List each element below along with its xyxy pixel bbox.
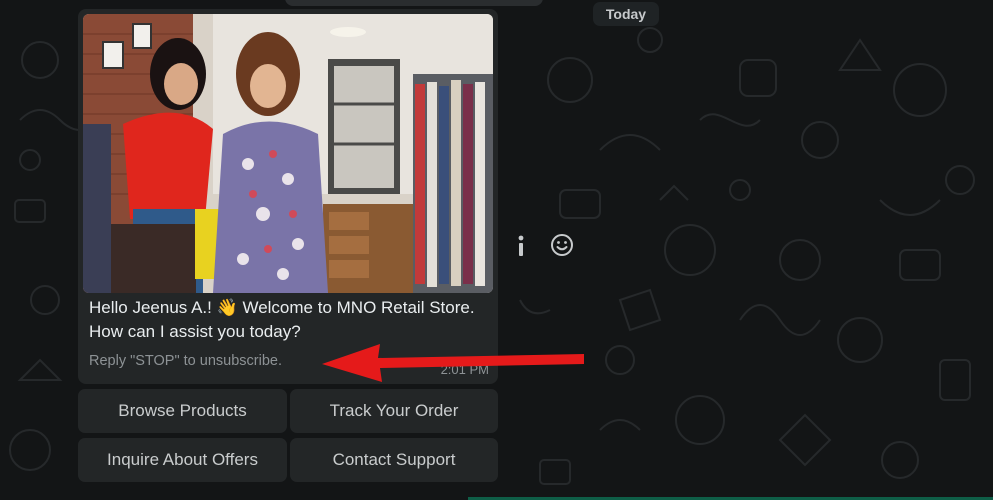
quick-reply-inquire-offers[interactable]: Inquire About Offers — [78, 438, 287, 482]
info-icon[interactable] — [511, 233, 531, 259]
shopping-photo — [83, 14, 493, 293]
quick-reply-browse-products[interactable]: Browse Products — [78, 389, 287, 433]
emoji-icon[interactable] — [550, 233, 574, 257]
previous-message-edge — [285, 0, 543, 6]
annotation-arrow — [322, 344, 584, 382]
message-bubble[interactable]: Hello Jeenus A.! 👋 Welcome to MNO Retail… — [78, 9, 498, 384]
unsubscribe-footer: Reply "STOP" to unsubscribe. — [89, 353, 282, 369]
quick-reply-track-order[interactable]: Track Your Order — [290, 389, 498, 433]
message-image[interactable] — [83, 14, 493, 293]
quick-reply-contact-support[interactable]: Contact Support — [290, 438, 498, 482]
date-separator-chip: Today — [593, 2, 659, 26]
